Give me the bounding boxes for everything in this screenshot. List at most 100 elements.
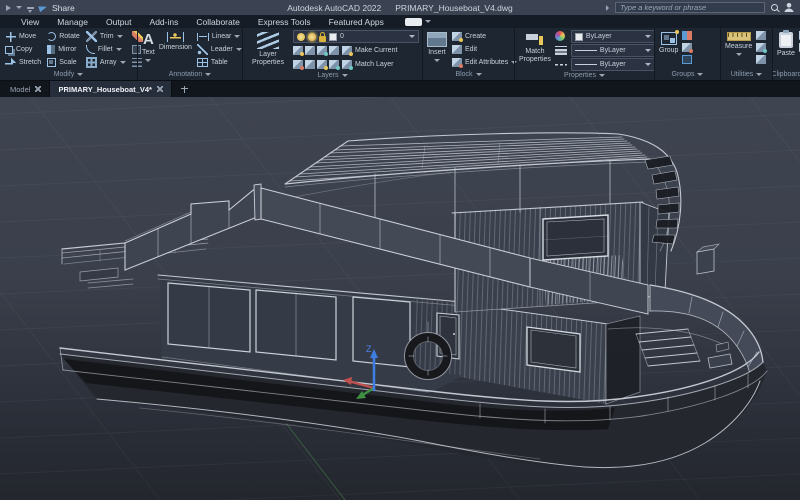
- workspace-caret-icon[interactable]: [425, 20, 431, 23]
- block-create-button[interactable]: Create: [451, 30, 518, 43]
- close-drawing-tab-icon[interactable]: [157, 86, 163, 92]
- ucs-z-label: Z: [366, 344, 372, 354]
- make-current-button[interactable]: Make Current: [341, 44, 398, 57]
- table-button[interactable]: Table: [196, 56, 243, 69]
- bow-stairs: [636, 329, 732, 368]
- measure-button[interactable]: Measure: [725, 30, 752, 69]
- layer-unisolate-tool-icon[interactable]: [293, 60, 303, 69]
- undo-dropdown-icon[interactable]: [16, 6, 22, 9]
- undo-icon[interactable]: [6, 5, 11, 11]
- groups-panel-caret-icon: [697, 73, 703, 76]
- block-edit-icon: [452, 45, 462, 54]
- mirror-icon: [47, 45, 55, 54]
- workspace-chip-icon[interactable]: [405, 18, 422, 26]
- scale-button[interactable]: Scale: [46, 56, 81, 69]
- utilities-panel-label[interactable]: Utilities: [721, 69, 772, 80]
- object-color-caret-icon: [645, 35, 651, 38]
- menu-featured-apps[interactable]: Featured Apps: [320, 17, 393, 27]
- layer-lock-tool-icon[interactable]: [329, 46, 339, 55]
- layer-freeze-tool-icon[interactable]: [317, 46, 327, 55]
- clipboard-panel-label[interactable]: Clipboard: [773, 69, 800, 80]
- properties-panel-label[interactable]: Properties: [515, 71, 654, 80]
- layer-off-tool-icon[interactable]: [293, 46, 303, 55]
- ribbon-panel-groups: Group Groups: [654, 28, 720, 80]
- group-icon: [661, 32, 677, 45]
- menu-collaborate[interactable]: Collaborate: [187, 17, 248, 27]
- insert-caret-icon: [434, 59, 440, 62]
- linear-caret-icon: [234, 35, 240, 38]
- share-button[interactable]: Share: [52, 3, 75, 13]
- menu-output[interactable]: Output: [97, 17, 141, 27]
- move-button[interactable]: Move: [4, 30, 42, 43]
- search-input[interactable]: [615, 2, 765, 13]
- copy-button[interactable]: Copy: [4, 43, 42, 56]
- menu-view[interactable]: View: [12, 17, 48, 27]
- layer-unlock-tool-icon[interactable]: [317, 60, 327, 69]
- fillet-button[interactable]: Fillet: [85, 43, 127, 56]
- rotate-button[interactable]: Rotate: [46, 30, 81, 43]
- stretch-button[interactable]: Stretch: [4, 56, 42, 69]
- tab-primary-houseboat[interactable]: PRIMARY_Houseboat_V4*: [50, 81, 172, 97]
- menu-express-tools[interactable]: Express Tools: [249, 17, 320, 27]
- current-layer-name: 0: [340, 33, 344, 40]
- new-tab-button[interactable]: [172, 81, 197, 97]
- edit-attributes-button[interactable]: Edit Attributes: [451, 56, 518, 69]
- search-icon[interactable]: [771, 4, 778, 11]
- layer-properties-button[interactable]: Layer Properties: [247, 30, 289, 71]
- linear-icon: [197, 33, 209, 41]
- leader-button[interactable]: Leader: [196, 43, 243, 56]
- mirror-button[interactable]: Mirror: [46, 43, 81, 56]
- drawing-viewport[interactable]: Z: [0, 97, 800, 500]
- leader-icon: [197, 44, 208, 55]
- id-point-icon[interactable]: [756, 55, 766, 64]
- customize-toolbar-icon[interactable]: [27, 7, 34, 9]
- group-selection-icon[interactable]: [682, 55, 692, 64]
- menu-manage[interactable]: Manage: [48, 17, 97, 27]
- modify-panel-label[interactable]: Modify: [0, 69, 137, 80]
- title-bar: Share Autodesk AutoCAD 2022PRIMARY_House…: [0, 0, 800, 15]
- block-panel-label[interactable]: Block: [423, 69, 514, 80]
- linetype-dropdown[interactable]: ByLayer: [571, 58, 655, 71]
- array-button[interactable]: Array: [85, 56, 127, 69]
- match-properties-button[interactable]: Match Properties: [519, 30, 551, 71]
- search-expand-icon[interactable]: [606, 5, 609, 11]
- quick-select-icon[interactable]: [756, 31, 766, 40]
- layer-color-swatch: [329, 33, 337, 41]
- account-icon[interactable]: [784, 3, 794, 12]
- layer-isolate-tool-icon[interactable]: [305, 46, 315, 55]
- paste-button[interactable]: Paste: [777, 30, 795, 69]
- quick-calc-icon[interactable]: [756, 43, 766, 52]
- groups-panel-label[interactable]: Groups: [655, 69, 720, 80]
- layers-panel-label[interactable]: Layers: [243, 71, 422, 80]
- trim-caret-icon: [117, 35, 123, 38]
- ungroup-icon[interactable]: [682, 31, 692, 40]
- text-button[interactable]: A Text: [142, 30, 155, 69]
- layer-walk-tool-icon[interactable]: [329, 60, 339, 69]
- block-edit-button[interactable]: Edit: [451, 43, 518, 56]
- dimension-button[interactable]: Dimension: [159, 30, 192, 69]
- insert-button[interactable]: Insert: [427, 30, 447, 69]
- linetype-caret-icon: [645, 63, 651, 66]
- lineweight-dropdown[interactable]: ByLayer: [571, 44, 655, 57]
- ribbon-panel-layers: Layer Properties 0: [242, 28, 422, 80]
- trim-button[interactable]: Trim: [85, 30, 127, 43]
- share-icon[interactable]: [38, 3, 47, 11]
- layers-panel-caret-icon: [342, 74, 348, 77]
- layer-dropdown[interactable]: 0: [293, 30, 419, 43]
- tab-model[interactable]: Model: [2, 81, 50, 97]
- annotation-panel-label[interactable]: Annotation: [138, 69, 242, 80]
- object-color-dropdown[interactable]: ByLayer: [571, 30, 655, 43]
- linear-button[interactable]: Linear: [196, 30, 243, 43]
- measure-icon: [727, 32, 751, 41]
- insert-icon: [427, 32, 447, 47]
- menu-addins[interactable]: Add-ins: [141, 17, 188, 27]
- group-button[interactable]: Group: [659, 30, 678, 69]
- close-model-tab-icon[interactable]: [35, 86, 41, 92]
- autocad-window: Share Autodesk AutoCAD 2022PRIMARY_House…: [0, 0, 800, 500]
- deck-vent-box: [697, 244, 719, 274]
- match-layer-button[interactable]: Match Layer: [341, 58, 395, 71]
- trim-icon: [86, 31, 97, 42]
- group-edit-icon[interactable]: [682, 43, 692, 52]
- text-icon: A: [143, 32, 154, 47]
- layer-thaw-all-tool-icon[interactable]: [305, 60, 315, 69]
